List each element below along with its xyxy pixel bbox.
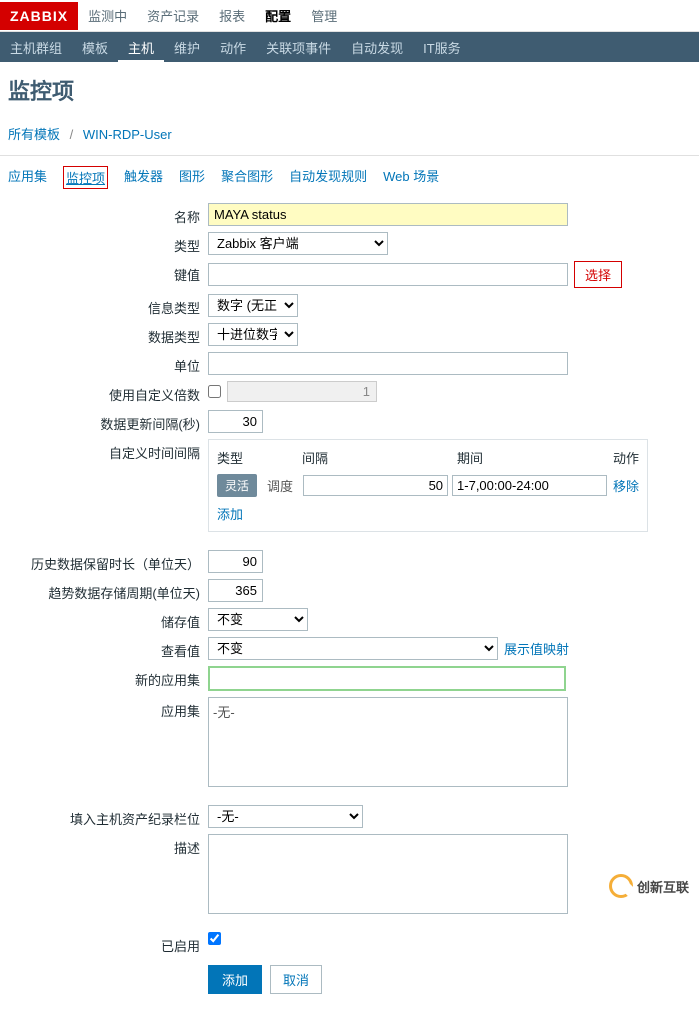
watermark-icon — [609, 874, 633, 898]
interval-remove-link[interactable]: 移除 — [613, 476, 639, 495]
topnav-configuration[interactable]: 配置 — [255, 0, 301, 33]
breadcrumb-separator: / — [70, 127, 74, 142]
subnav-hosts[interactable]: 主机 — [118, 32, 164, 63]
page-title: 监控项 — [0, 62, 699, 118]
key-input[interactable] — [208, 263, 568, 286]
topnav-reports[interactable]: 报表 — [209, 0, 255, 33]
tab-graphs[interactable]: 图形 — [179, 166, 205, 189]
info-type-select[interactable]: 数字 (无正负) — [208, 294, 298, 317]
show-value-mapping-link[interactable]: 展示值映射 — [504, 639, 569, 658]
interval-header-action: 动作 — [612, 448, 639, 467]
data-type-select[interactable]: 十进位数字 — [208, 323, 298, 346]
trends-label: 趋势数据存储周期(单位天) — [8, 579, 208, 602]
trends-input[interactable] — [208, 579, 263, 602]
top-bar: ZABBIX 监测中 资产记录 报表 配置 管理 — [0, 0, 699, 32]
breadcrumb: 所有模板 / WIN-RDP-User — [0, 118, 699, 156]
enabled-label: 已启用 — [8, 932, 208, 955]
data-type-label: 数据类型 — [8, 323, 208, 346]
update-interval-input[interactable] — [208, 410, 263, 433]
new-app-label: 新的应用集 — [8, 666, 208, 689]
multiplier-checkbox[interactable] — [208, 385, 221, 398]
logo: ZABBIX — [0, 2, 78, 30]
tab-applications[interactable]: 应用集 — [8, 166, 47, 189]
topnav-inventory[interactable]: 资产记录 — [137, 0, 209, 33]
top-nav: 监测中 资产记录 报表 配置 管理 — [78, 0, 347, 33]
show-value-select[interactable]: 不变 — [208, 637, 498, 660]
custom-intervals-label: 自定义时间间隔 — [8, 439, 208, 462]
enabled-checkbox[interactable] — [208, 932, 221, 945]
tab-web-scenarios[interactable]: Web 场景 — [383, 166, 439, 189]
tab-triggers[interactable]: 触发器 — [124, 166, 163, 189]
interval-value-input[interactable] — [303, 475, 448, 496]
tabs: 应用集 监控项 触发器 图形 聚合图形 自动发现规则 Web 场景 — [0, 156, 699, 203]
subnav-templates[interactable]: 模板 — [72, 32, 118, 63]
subnav-itservices[interactable]: IT服务 — [413, 32, 471, 63]
subnav-hostgroups[interactable]: 主机群组 — [0, 32, 72, 63]
description-label: 描述 — [8, 834, 208, 857]
breadcrumb-current[interactable]: WIN-RDP-User — [83, 127, 172, 142]
multiplier-label: 使用自定义倍数 — [8, 381, 208, 404]
key-label: 键值 — [8, 261, 208, 284]
item-form: 名称 类型 Zabbix 客户端 键值 选择 信息类型 数字 (无正负) 数据类… — [0, 203, 699, 1014]
show-value-label: 查看值 — [8, 637, 208, 660]
multiplier-value: 1 — [227, 381, 377, 402]
subnav-maintenance[interactable]: 维护 — [164, 32, 210, 63]
watermark: 创新互联 — [609, 874, 689, 898]
apps-label: 应用集 — [8, 697, 208, 720]
footer-buttons: 添加 取消 — [208, 965, 691, 994]
interval-header-interval: 间隔 — [302, 448, 457, 467]
interval-row: 灵活 调度 移除 — [217, 473, 639, 498]
new-app-input[interactable] — [208, 666, 566, 691]
topnav-admin[interactable]: 管理 — [301, 0, 347, 33]
interval-header-period: 期间 — [457, 448, 612, 467]
store-value-select[interactable]: 不变 — [208, 608, 308, 631]
sub-nav: 主机群组 模板 主机 维护 动作 关联项事件 自动发现 IT服务 — [0, 32, 699, 62]
interval-type-flexible[interactable]: 灵活 — [217, 474, 257, 497]
subnav-correlation[interactable]: 关联项事件 — [256, 32, 341, 63]
subnav-discovery[interactable]: 自动发现 — [341, 32, 413, 63]
description-textarea[interactable] — [208, 834, 568, 914]
name-label: 名称 — [8, 203, 208, 226]
watermark-text: 创新互联 — [637, 877, 689, 896]
history-input[interactable] — [208, 550, 263, 573]
interval-type-scheduling[interactable]: 调度 — [261, 473, 299, 498]
history-label: 历史数据保留时长（单位天） — [8, 550, 208, 573]
interval-header-type: 类型 — [217, 448, 302, 467]
inventory-label: 填入主机资产纪录栏位 — [8, 805, 208, 828]
tab-items[interactable]: 监控项 — [63, 166, 108, 189]
add-button[interactable]: 添加 — [208, 965, 262, 994]
tab-screens[interactable]: 聚合图形 — [221, 166, 273, 189]
key-select-button[interactable]: 选择 — [574, 261, 622, 288]
type-label: 类型 — [8, 232, 208, 255]
update-interval-label: 数据更新间隔(秒) — [8, 410, 208, 433]
custom-intervals-box: 类型 间隔 期间 动作 灵活 调度 移除 添加 — [208, 439, 648, 532]
subnav-actions[interactable]: 动作 — [210, 32, 256, 63]
name-input[interactable] — [208, 203, 568, 226]
info-type-label: 信息类型 — [8, 294, 208, 317]
breadcrumb-all-templates[interactable]: 所有模板 — [8, 127, 60, 142]
type-select[interactable]: Zabbix 客户端 — [208, 232, 388, 255]
inventory-select[interactable]: -无- — [208, 805, 363, 828]
cancel-button[interactable]: 取消 — [270, 965, 322, 994]
interval-add-link[interactable]: 添加 — [217, 507, 243, 522]
tab-discovery-rules[interactable]: 自动发现规则 — [289, 166, 367, 189]
interval-period-input[interactable] — [452, 475, 607, 496]
topnav-monitoring[interactable]: 监测中 — [78, 0, 137, 33]
unit-input[interactable] — [208, 352, 568, 375]
apps-listbox[interactable]: -无- — [208, 697, 568, 787]
store-value-label: 储存值 — [8, 608, 208, 631]
unit-label: 单位 — [8, 352, 208, 375]
